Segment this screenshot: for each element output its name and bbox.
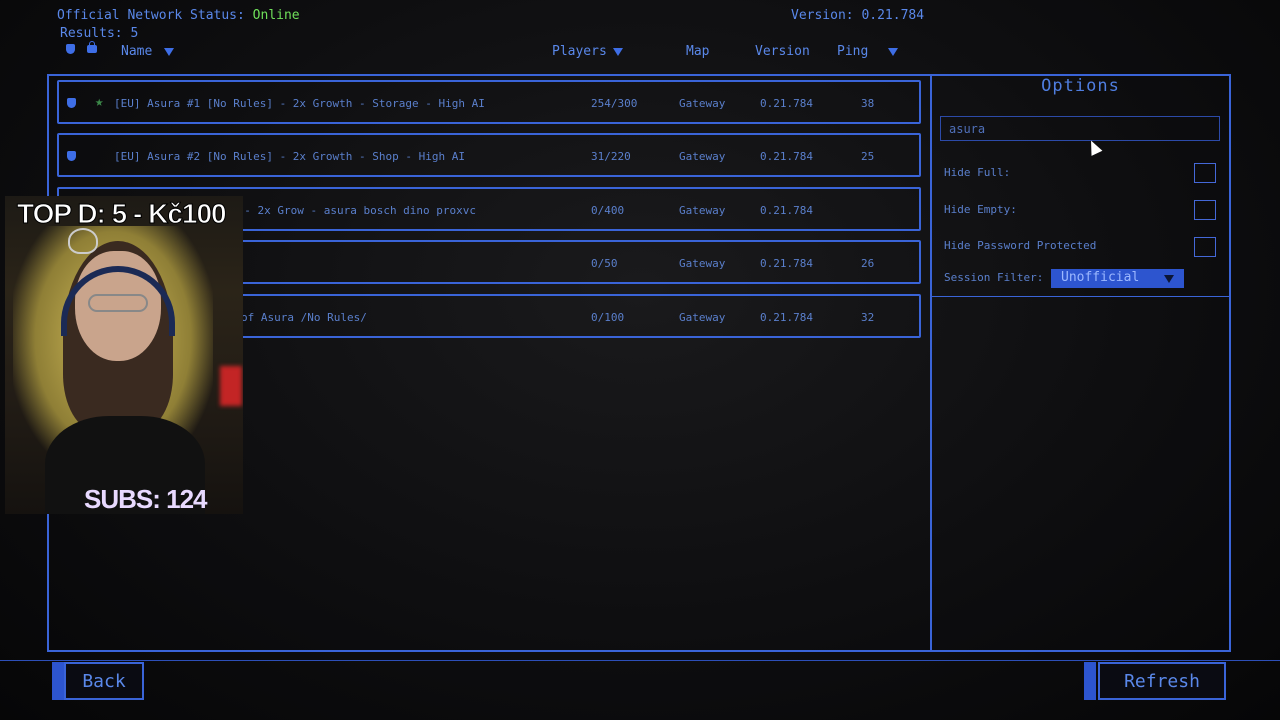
column-header-version[interactable]: Version [755,44,810,59]
status-value: Online [252,8,300,23]
server-players: 0/100 [591,311,625,324]
refresh-button-accent [1084,662,1096,700]
server-name: ] - 2x Grow - asura bosch dino proxvc [231,204,477,217]
server-ping: 26 [861,257,875,270]
options-panel [930,74,1231,652]
session-filter-label: Session Filter: [944,271,1044,284]
column-ping-label: Ping [837,44,869,59]
search-input[interactable] [940,116,1220,141]
hide-full-checkbox[interactable] [1194,163,1216,183]
top-donation-label: TOP D: 5 - Kč100 [17,198,228,230]
webcam-overlay [5,196,243,514]
back-button-accent [52,662,64,700]
hide-full-label: Hide Full: [944,166,1011,179]
server-name: [EU] Asura #2 [No Rules] - 2x Growth - S… [114,150,465,163]
column-header-players[interactable]: Players [552,44,623,59]
options-title: Options [1041,76,1120,96]
star-icon[interactable]: ★ [95,94,103,110]
server-version: 0.21.784 [760,311,813,324]
server-version: 0.21.784 [760,204,813,217]
hide-password-label: Hide Password Protected [944,239,1097,252]
server-name: of Asura /No Rules/ [241,311,367,324]
session-filter-select[interactable]: Unofficial [1051,269,1184,288]
server-version: 0.21.784 [760,257,813,270]
server-version: 0.21.784 [760,150,813,163]
column-name-label: Name [121,44,153,59]
back-button[interactable]: Back [64,662,144,700]
sort-down-icon [164,47,175,56]
server-players: 0/50 [591,257,618,270]
column-header-name[interactable]: Name [121,44,175,59]
lock-icon[interactable] [87,41,97,53]
server-version: 0.21.784 [760,97,813,110]
server-ping: 25 [861,150,875,163]
server-map: Gateway [679,97,726,110]
server-row[interactable]: ★ [EU] Asura #1 [No Rules] - 2x Growth -… [57,80,921,124]
hide-empty-label: Hide Empty: [944,203,1017,216]
server-players: 254/300 [591,97,638,110]
column-filter-icons [66,41,97,54]
shield-icon [67,98,76,108]
results-count: Results: 5 [60,26,139,41]
column-header-ping[interactable]: Ping [837,44,899,59]
status-label: Official Network Status: [57,8,245,23]
refresh-button[interactable]: Refresh [1098,662,1226,700]
server-players: 0/400 [591,204,625,217]
options-divider [932,296,1229,297]
column-header-map[interactable]: Map [686,44,709,59]
client-version: Version: 0.21.784 [791,8,925,23]
server-players: 31/220 [591,150,631,163]
bottom-divider [0,660,1280,661]
hide-password-checkbox[interactable] [1194,237,1216,257]
sort-down-icon [888,47,899,56]
server-ping: 38 [861,97,875,110]
column-version-label: Version [755,44,810,59]
column-map-label: Map [686,44,710,59]
chevron-down-icon [1164,275,1174,283]
server-row[interactable]: [EU] Asura #2 [No Rules] - 2x Growth - S… [57,133,921,177]
server-map: Gateway [679,311,726,324]
shield-icon [67,151,76,161]
server-ping: 32 [861,311,875,324]
column-players-label: Players [552,44,607,59]
session-filter-value: Unofficial [1061,270,1140,285]
server-map: Gateway [679,257,726,270]
network-status: Official Network Status: Online [57,8,300,23]
hide-empty-checkbox[interactable] [1194,200,1216,220]
shield-icon[interactable] [66,44,75,54]
server-name: [EU] Asura #1 [No Rules] - 2x Growth - S… [114,97,485,110]
skull-logo-icon [68,228,98,254]
sort-down-icon [612,47,623,56]
subs-counter: SUBS: 124 [84,484,207,514]
server-map: Gateway [679,150,726,163]
server-map: Gateway [679,204,726,217]
